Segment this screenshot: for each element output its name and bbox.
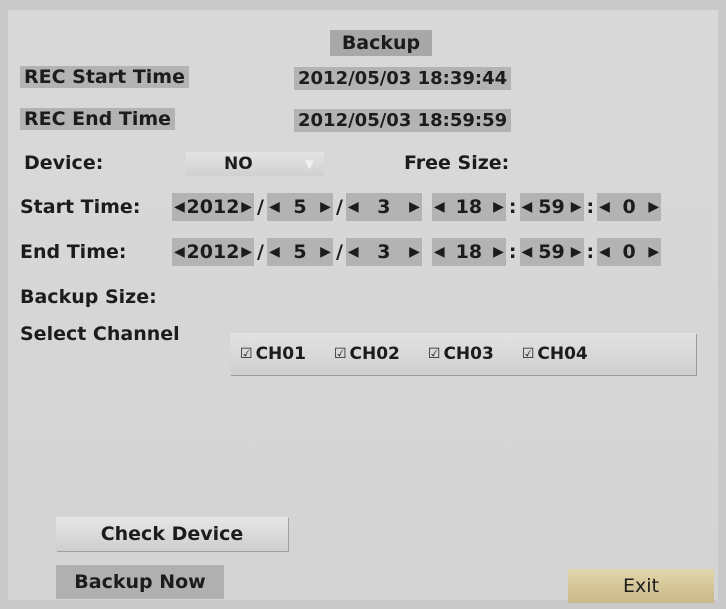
end-month-spinner[interactable]: ◀ 5 ▶ <box>266 238 333 266</box>
end-year-spinner[interactable]: ◀ 2012 ▶ <box>172 238 254 266</box>
arrow-left-icon[interactable]: ◀ <box>599 199 610 215</box>
arrow-left-icon[interactable]: ◀ <box>174 244 185 260</box>
start-minute-spinner[interactable]: ◀ 59 ▶ <box>519 193 584 221</box>
check-device-button[interactable]: Check Device <box>56 517 288 551</box>
arrow-left-icon[interactable]: ◀ <box>174 199 185 215</box>
start-time-label: Start Time: <box>20 196 141 218</box>
rec-start-label: REC Start Time <box>20 66 189 88</box>
arrow-right-icon[interactable]: ▶ <box>571 244 582 260</box>
arrow-right-icon[interactable]: ▶ <box>409 244 420 260</box>
arrow-left-icon[interactable]: ◀ <box>348 244 359 260</box>
exit-button[interactable]: Exit <box>568 569 714 603</box>
arrow-right-icon[interactable]: ▶ <box>571 199 582 215</box>
dialog-title: Backup <box>330 30 432 56</box>
channel-checkbox-ch01[interactable]: ☑ CH01 <box>240 344 306 364</box>
end-minute-spinner[interactable]: ◀ 59 ▶ <box>519 238 584 266</box>
arrow-left-icon[interactable]: ◀ <box>599 244 610 260</box>
backup-dialog: Backup REC Start Time 2012/05/03 18:39:4… <box>8 10 718 600</box>
end-time-spinners: ◀ 2012 ▶ / ◀ 5 ▶ / ◀ 3 ▶ ◀ 18 ▶ : ◀ 59 ▶ : ◀ 0 ▶ <box>172 238 662 266</box>
backup-size-label: Backup Size: <box>20 286 157 308</box>
start-hour-spinner[interactable]: ◀ 18 ▶ <box>431 193 506 221</box>
backup-now-button[interactable]: Backup Now <box>56 565 224 599</box>
select-channel-label: Select Channel <box>20 323 180 345</box>
start-month-spinner[interactable]: ◀ 5 ▶ <box>266 193 333 221</box>
device-select[interactable]: NO ▼ <box>186 152 324 176</box>
arrow-right-icon[interactable]: ▶ <box>241 244 252 260</box>
start-time-spinners: ◀ 2012 ▶ / ◀ 5 ▶ / ◀ 3 ▶ ◀ 18 ▶ : ◀ 59 ▶ : ◀ 0 ▶ <box>172 193 662 221</box>
checkmark-icon[interactable]: ☑ <box>240 346 253 362</box>
arrow-right-icon[interactable]: ▶ <box>320 244 331 260</box>
rec-start-value: 2012/05/03 18:39:44 <box>294 67 512 90</box>
end-second-spinner[interactable]: ◀ 0 ▶ <box>597 238 662 266</box>
arrow-left-icon[interactable]: ◀ <box>522 244 533 260</box>
arrow-left-icon[interactable]: ◀ <box>522 199 533 215</box>
arrow-left-icon[interactable]: ◀ <box>269 244 280 260</box>
start-day-spinner[interactable]: ◀ 3 ▶ <box>345 193 422 221</box>
arrow-left-icon[interactable]: ◀ <box>434 244 445 260</box>
checkmark-icon[interactable]: ☑ <box>334 346 347 362</box>
arrow-right-icon[interactable]: ▶ <box>648 199 659 215</box>
arrow-left-icon[interactable]: ◀ <box>348 199 359 215</box>
start-second-spinner[interactable]: ◀ 0 ▶ <box>597 193 662 221</box>
arrow-right-icon[interactable]: ▶ <box>320 199 331 215</box>
end-time-label: End Time: <box>20 241 127 263</box>
checkmark-icon[interactable]: ☑ <box>428 346 441 362</box>
arrow-left-icon[interactable]: ◀ <box>269 199 280 215</box>
start-year-spinner[interactable]: ◀ 2012 ▶ <box>172 193 254 221</box>
arrow-left-icon[interactable]: ◀ <box>434 199 445 215</box>
rec-end-label: REC End Time <box>20 108 176 130</box>
end-hour-spinner[interactable]: ◀ 18 ▶ <box>431 238 506 266</box>
arrow-right-icon[interactable]: ▶ <box>648 244 659 260</box>
arrow-right-icon[interactable]: ▶ <box>241 199 252 215</box>
channel-checkbox-ch02[interactable]: ☑ CH02 <box>334 344 400 364</box>
arrow-right-icon[interactable]: ▶ <box>493 244 504 260</box>
device-select-value: NO <box>224 154 253 174</box>
channel-checkbox-ch03[interactable]: ☑ CH03 <box>428 344 494 364</box>
end-day-spinner[interactable]: ◀ 3 ▶ <box>345 238 422 266</box>
arrow-right-icon[interactable]: ▶ <box>493 199 504 215</box>
free-size-label: Free Size: <box>404 152 510 174</box>
channel-selector: ☑ CH01 ☑ CH02 ☑ CH03 ☑ CH04 <box>230 333 696 375</box>
checkmark-icon[interactable]: ☑ <box>522 346 535 362</box>
device-label: Device: <box>24 152 104 174</box>
chevron-down-icon[interactable]: ▼ <box>305 157 314 171</box>
rec-end-value: 2012/05/03 18:59:59 <box>294 109 512 132</box>
channel-checkbox-ch04[interactable]: ☑ CH04 <box>522 344 588 364</box>
arrow-right-icon[interactable]: ▶ <box>409 199 420 215</box>
